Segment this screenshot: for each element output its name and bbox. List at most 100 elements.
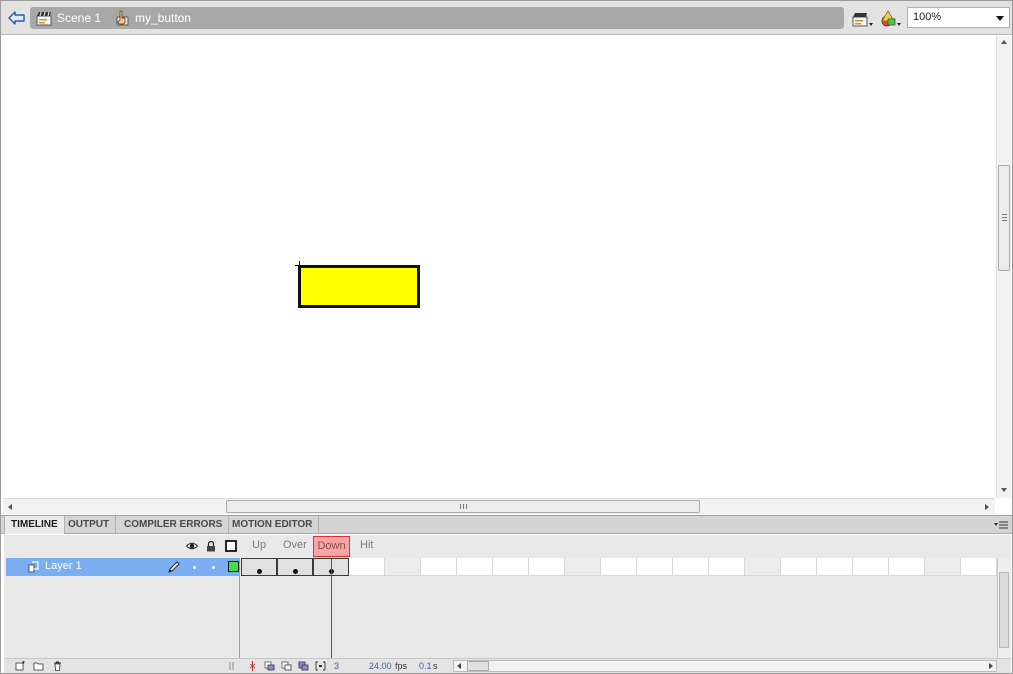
grip-icon (1002, 214, 1007, 221)
resize-grip-icon[interactable] (228, 661, 239, 671)
frame-cell[interactable] (601, 558, 637, 576)
frame-cell[interactable] (493, 558, 529, 576)
elapsed-time-value: 0.1 (419, 661, 432, 671)
timeline-panel: Up Over Down Hit Layer 1 3 24.00 fps 0.1… (4, 535, 1011, 673)
scroll-thumb[interactable] (226, 500, 700, 513)
chevron-down-icon (996, 16, 1004, 21)
timeline-vertical-scrollbar[interactable] (997, 558, 1010, 658)
breadcrumb: Scene 1 my_button (30, 7, 844, 29)
flash-ide-window: Scene 1 my_button 100% TIMELINE OUTPUT C… (0, 0, 1013, 674)
clapperboard-icon (36, 11, 52, 26)
edit-symbols-button[interactable] (879, 9, 903, 29)
back-button[interactable] (6, 8, 28, 28)
panel-tab-bar: TIMELINE OUTPUT COMPILER ERRORS MOTION E… (1, 515, 1012, 534)
tab-motion-editor[interactable]: MOTION EDITOR (226, 516, 320, 534)
visibility-dot[interactable] (193, 566, 196, 569)
layer-header (4, 535, 240, 558)
tab-output[interactable]: OUTPUT (62, 516, 117, 534)
layer-icon (28, 561, 39, 573)
stage-horizontal-scrollbar[interactable] (3, 498, 995, 514)
tab-timeline[interactable]: TIMELINE (4, 516, 65, 534)
modify-onion-markers-icon[interactable] (315, 661, 326, 671)
frame-cell[interactable] (673, 558, 709, 576)
edit-scene-icon (852, 13, 873, 27)
scroll-up-icon[interactable] (1001, 40, 1007, 44)
frame-cell[interactable] (817, 558, 853, 576)
stage-vertical-scrollbar[interactable] (996, 36, 1011, 498)
keyframe-dot (293, 569, 298, 574)
frame-cell[interactable] (925, 558, 961, 576)
tab-compiler-errors[interactable]: COMPILER ERRORS (118, 516, 230, 534)
outline-icon[interactable] (225, 540, 237, 552)
layer-row[interactable]: Layer 1 (6, 558, 240, 576)
edit-symbol-icon (881, 10, 901, 27)
keyframe-cell[interactable] (241, 558, 277, 576)
frame-rate-unit: fps (395, 661, 408, 671)
frame-cell[interactable] (457, 558, 493, 576)
edit-bar: Scene 1 my_button 100% (1, 1, 1012, 35)
breadcrumb-scene-label: Scene 1 (57, 11, 102, 25)
panel-menu-icon[interactable] (994, 521, 1008, 530)
frame-rate-value[interactable]: 24.00 (369, 661, 392, 671)
scroll-thumb[interactable] (999, 572, 1009, 648)
frame-cell[interactable] (529, 558, 565, 576)
frame-cell[interactable] (853, 558, 889, 576)
keyframe-dot (257, 569, 262, 574)
new-folder-icon[interactable] (33, 661, 44, 671)
yellow-rectangle-shape[interactable] (298, 265, 420, 308)
breadcrumb-scene[interactable]: Scene 1 (36, 9, 101, 27)
zoom-select[interactable]: 100% (907, 7, 1010, 28)
trash-icon[interactable] (52, 661, 63, 671)
eye-icon[interactable] (186, 540, 198, 552)
timeline-footer: 3 24.00 fps 0.1 s (4, 658, 1011, 673)
scroll-right-icon[interactable] (989, 663, 993, 669)
edit-multiple-frames-icon[interactable] (298, 661, 309, 671)
frame-cell[interactable] (385, 558, 421, 576)
layer-list: Layer 1 (4, 558, 240, 658)
frame-cell[interactable] (421, 558, 457, 576)
edit-scene-button[interactable] (851, 9, 875, 29)
new-layer-icon[interactable] (15, 661, 26, 671)
frame-label-header: Up Over Down Hit (241, 535, 997, 558)
frame-cell[interactable] (961, 558, 997, 576)
frame-label-over[interactable]: Over (283, 539, 307, 551)
registration-point-icon (295, 261, 304, 270)
frame-cell[interactable] (565, 558, 601, 576)
scroll-left-icon[interactable] (8, 504, 12, 510)
frame-cell[interactable] (889, 558, 925, 576)
layer-outline-color[interactable] (228, 561, 239, 572)
center-frame-icon[interactable] (247, 661, 258, 671)
frame-cell[interactable] (637, 558, 673, 576)
scroll-thumb[interactable] (998, 165, 1010, 271)
stage-canvas[interactable] (3, 36, 995, 498)
playhead[interactable] (331, 558, 332, 658)
scroll-down-icon[interactable] (1001, 488, 1007, 492)
layer-name[interactable]: Layer 1 (45, 560, 82, 572)
frame-grid[interactable] (241, 558, 997, 576)
keyframe-cell[interactable] (277, 558, 313, 576)
breadcrumb-symbol-label: my_button (135, 11, 192, 25)
lock-icon[interactable] (205, 540, 217, 552)
frame-label-hit[interactable]: Hit (360, 539, 373, 551)
frame-cell[interactable] (709, 558, 745, 576)
button-symbol-icon (116, 10, 129, 26)
breadcrumb-symbol[interactable]: my_button (114, 9, 191, 27)
frame-cell[interactable] (745, 558, 781, 576)
scroll-thumb[interactable] (467, 661, 489, 671)
grip-icon (460, 504, 467, 509)
frame-cell[interactable] (349, 558, 385, 576)
current-frame-value[interactable]: 3 (334, 661, 339, 671)
frame-label-up[interactable]: Up (252, 539, 266, 551)
lock-dot[interactable] (212, 566, 215, 569)
scroll-left-icon[interactable] (457, 663, 461, 669)
onion-skin-outlines-icon[interactable] (281, 661, 292, 671)
onion-skin-icon[interactable] (264, 661, 275, 671)
scroll-right-icon[interactable] (985, 504, 989, 510)
frame-cell[interactable] (781, 558, 817, 576)
back-arrow-icon (8, 11, 25, 25)
timeline-horizontal-scrollbar[interactable] (453, 660, 997, 672)
elapsed-time-unit: s (433, 661, 438, 671)
frame-label-down[interactable]: Down (313, 536, 350, 557)
pencil-icon (168, 561, 180, 573)
zoom-value: 100% (913, 11, 942, 23)
